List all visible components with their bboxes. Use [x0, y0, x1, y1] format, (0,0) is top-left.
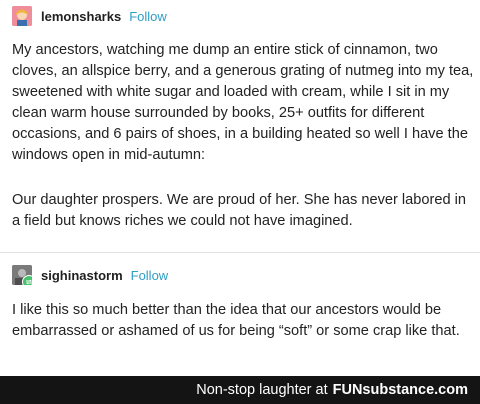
post-body-paragraph: I like this so much better than the idea… [12, 302, 460, 339]
follow-button[interactable]: Follow [129, 9, 167, 24]
follow-button[interactable]: Follow [131, 268, 169, 283]
brand-name: FUNsubstance [332, 382, 435, 398]
divider [0, 252, 480, 253]
brand-suffix: .com [434, 382, 468, 398]
user-avatar[interactable] [12, 265, 32, 285]
footer-text: Non-stop laughter at [196, 382, 328, 398]
post-header-lemonsharks: lemonsharks Follow [12, 5, 167, 27]
username[interactable]: sighinastorm [41, 268, 123, 283]
footer-brand: FUNsubstance.com [333, 382, 468, 398]
post-body-paragraph: My ancestors, watching me dump an entire… [12, 42, 474, 163]
user-avatar[interactable] [12, 6, 32, 26]
username[interactable]: lemonsharks [41, 9, 121, 24]
avatar-illustration-icon [12, 6, 32, 26]
reblog-badge-icon [22, 275, 32, 285]
watermark-footer: Non-stop laughter at FUNsubstance.com [0, 376, 480, 404]
post-body-paragraph: Our daughter prospers. We are proud of h… [12, 192, 467, 229]
post-header-sighinastorm: sighinastorm Follow [12, 264, 168, 286]
